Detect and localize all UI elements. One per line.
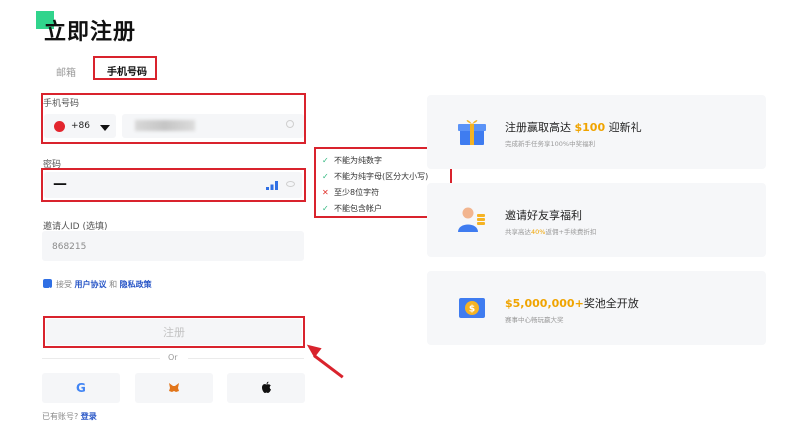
tab-email[interactable]: 邮箱 [56,64,76,79]
phone-label: 手机号码 [43,99,80,109]
password-rule: ✕ 至少8位字符 [322,188,380,197]
agree-checkbox[interactable] [43,279,52,293]
divider-line [42,358,160,359]
metamask-login-button[interactable] [135,373,213,403]
promo-subtitle: 赛事中心畅玩赢大奖 [505,316,564,324]
china-flag-icon [54,121,65,132]
privacy-link[interactable]: 隐私政策 [120,280,152,289]
promo-title: $5,000,000+奖池全开放 [505,297,639,310]
metamask-icon [169,383,179,392]
cross-icon: ✕ [322,188,329,197]
clear-icon[interactable] [286,120,294,128]
promo-card-invite[interactable]: 邀请好友享福利 共享高达40%返佣+手续费折扣 [427,183,766,257]
phone-value-redacted [135,120,195,131]
promo-subtitle: 共享高达40%返佣+手续费折扣 [505,228,597,236]
check-icon [44,287,51,293]
promo-card-newcomer[interactable]: 注册赢取高达 $100 迎新礼 完成新手任务享100%中奖福利 [427,95,766,169]
google-login-button[interactable]: G [42,373,120,403]
terms-link[interactable]: 用户协议 [75,280,107,289]
apple-login-button[interactable] [227,373,305,403]
page-title: 立即注册 [44,20,137,45]
promo-card-prize-pool[interactable]: $ $5,000,000+奖池全开放 赛事中心畅玩赢大奖 [427,271,766,345]
login-row: 已有账号? 登录 [42,412,97,421]
password-rule: ✓ 不能包含帐户 [322,204,382,213]
divider-text: Or [168,353,178,362]
eye-icon[interactable] [286,181,295,187]
password-value: — [53,176,67,192]
coin-safe-icon: $ [459,298,485,318]
apple-icon [262,381,271,393]
promo-subtitle: 完成新手任务享100%中奖福利 [505,140,596,148]
agreement-text: 接受 用户协议 和 隐私政策 [56,280,152,289]
invite-value: 868215 [52,242,87,252]
google-icon: G [76,381,86,395]
login-link[interactable]: 登录 [81,412,97,421]
country-code: +86 [71,121,90,131]
check-icon: ✓ [322,156,329,165]
gift-icon [458,120,486,145]
tab-phone[interactable]: 手机号码 [107,63,147,78]
annotation-arrow [313,354,344,379]
promo-title: 邀请好友享福利 [505,209,582,222]
strength-meter-icon [266,181,278,190]
check-icon: ✓ [322,204,329,213]
password-input[interactable] [44,172,302,198]
promo-title: 注册赢取高达 $100 迎新礼 [505,121,642,134]
svg-text:$: $ [469,305,475,315]
signup-button[interactable]: 注册 [46,319,302,345]
annotation-arrowhead [303,339,322,358]
check-icon: ✓ [322,172,329,181]
caret-down-icon [100,125,110,131]
password-rule: ✓ 不能为纯字母(区分大小写) [322,172,429,181]
divider-line [188,358,304,359]
password-rule: ✓ 不能为纯数字 [322,156,382,165]
invite-friends-icon [458,207,485,232]
